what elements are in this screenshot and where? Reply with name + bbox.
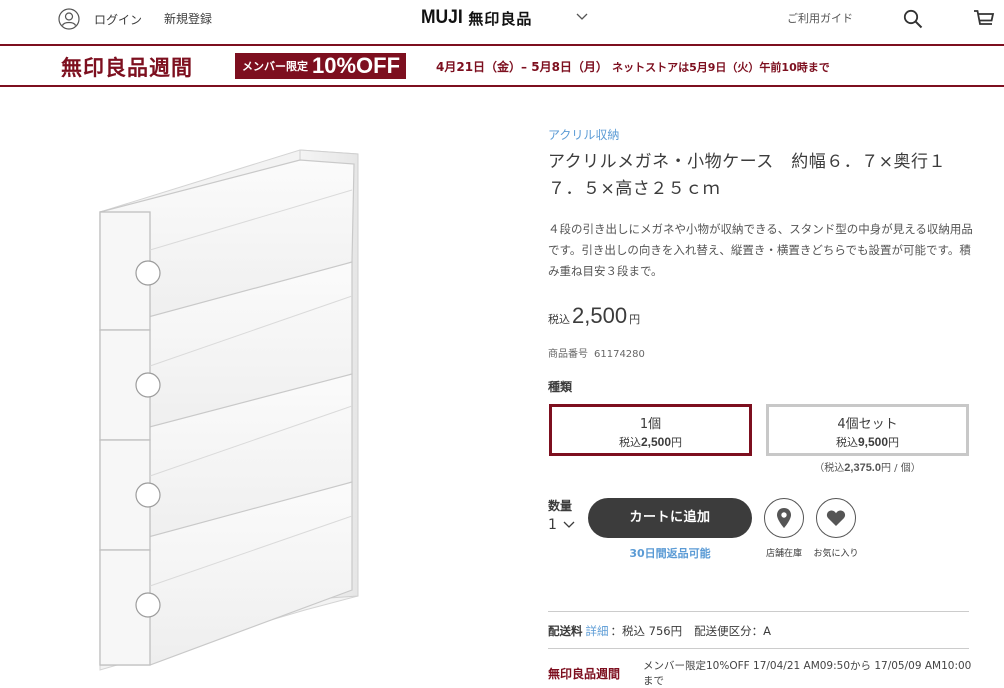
favorite-button[interactable]	[816, 498, 856, 538]
add-to-cart-button[interactable]: カートに追加	[588, 498, 752, 538]
quantity-value: 1	[548, 517, 557, 533]
banner-badge: メンバー限定 10%OFF	[235, 53, 407, 79]
option-set-of-4[interactable]: 4個セット 税込9,500円	[766, 404, 969, 456]
login-link[interactable]: ログイン	[58, 8, 142, 30]
shipping-class: 配送便区分：A	[694, 624, 771, 638]
banner-dates: 4月21日（金）– 5月8日（月）	[436, 60, 608, 74]
banner-note: ネットストアは5月9日（火）午前10時まで	[612, 61, 830, 74]
product-image	[99, 149, 359, 671]
banner-dates-wrap: 4月21日（金）– 5月8日（月） ネットストアは5月9日（火）午前10時まで	[436, 58, 830, 75]
option-tax-label: 税込	[835, 436, 858, 449]
search-icon[interactable]	[903, 9, 923, 29]
shipping-info: 配送料 詳細 ：税込 756円 配送便区分：A	[548, 623, 771, 639]
option-single[interactable]: 1個 税込2,500円	[549, 404, 752, 456]
quantity-label: 数量	[548, 499, 573, 513]
kind-label: 種類	[548, 380, 573, 394]
location-pin-icon	[777, 508, 791, 528]
shipping-label: 配送料	[548, 624, 583, 638]
register-link[interactable]: 新規登録	[164, 8, 212, 30]
price-suffix: 円	[629, 313, 641, 326]
category-link[interactable]: アクリル収納	[548, 126, 619, 143]
option-name: 4個セット	[837, 417, 898, 432]
quantity-select[interactable]: 1	[548, 517, 575, 533]
badge-discount: 10%OFF	[312, 53, 401, 78]
guide-link[interactable]: ご利用ガイド	[787, 10, 853, 26]
chevron-down-icon[interactable]	[576, 12, 588, 22]
site-header: ログイン 新規登録 MUJI 無印良品 ご利用ガイド	[0, 0, 1004, 44]
chevron-down-icon	[563, 521, 575, 528]
option-price: 税込9,500円	[769, 434, 966, 450]
favorite-label: お気に入り	[813, 549, 859, 559]
option-yen: 円	[888, 436, 900, 449]
logo-jp: 無印良品	[468, 9, 533, 28]
shipping-value: ：税込 756円	[610, 624, 683, 638]
campaign-banner[interactable]: 無印良品週間 メンバー限定 10%OFF 4月21日（金）– 5月8日（月） ネ…	[0, 44, 1004, 87]
unit-price-value: 2,375.0	[844, 462, 881, 474]
promo-text: メンバー限定10%OFF 17/04/21 AM09:50から 17/05/09…	[643, 660, 972, 687]
option-price: 税込2,500円	[552, 434, 749, 450]
store-stock-label: 店舗在庫	[765, 549, 802, 559]
option-tax-label: 税込	[618, 436, 641, 449]
product-title: アクリルメガネ・小物ケース 約幅６．７×奥行１７．５×高さ２５ｃｍ	[548, 152, 947, 199]
price-prefix: 税込	[548, 313, 570, 326]
unit-price: （税込2,375.0円 / 個）	[766, 459, 969, 474]
muji-logo[interactable]: MUJI 無印良品	[421, 6, 532, 30]
promo-title: 無印良品週間	[548, 667, 621, 681]
product-description: ４段の引き出しにメガネや小物が収納できる、スタンド型の中身が見える収納用品です。…	[548, 222, 973, 278]
option-name: 1個	[639, 417, 662, 432]
divider	[548, 611, 969, 612]
return-policy-link[interactable]: 30日間返品可能	[588, 545, 752, 561]
option-yen: 円	[671, 436, 683, 449]
unit-suffix: 円 / 個）	[880, 463, 921, 474]
option-price-value: 9,500	[857, 435, 889, 449]
product-code: 商品番号 61174280	[548, 345, 645, 360]
option-price-value: 2,500	[640, 435, 672, 449]
code-label: 商品番号	[548, 349, 588, 360]
cart-icon[interactable]	[973, 8, 995, 30]
product-price: 税込 2,500 円	[548, 303, 640, 329]
heart-icon	[826, 510, 846, 526]
login-label: ログイン	[94, 12, 143, 27]
unit-prefix: （税込	[814, 463, 845, 474]
user-icon	[58, 8, 80, 30]
shipping-detail-link[interactable]: 詳細	[586, 624, 609, 638]
badge-label: メンバー限定	[242, 60, 308, 73]
code-value: 61174280	[594, 349, 645, 360]
store-stock-button[interactable]	[764, 498, 804, 538]
logo-latin: MUJI	[421, 7, 463, 28]
divider	[548, 648, 969, 649]
price-value: 2,500	[572, 303, 628, 328]
banner-title: 無印良品週間	[61, 56, 193, 80]
